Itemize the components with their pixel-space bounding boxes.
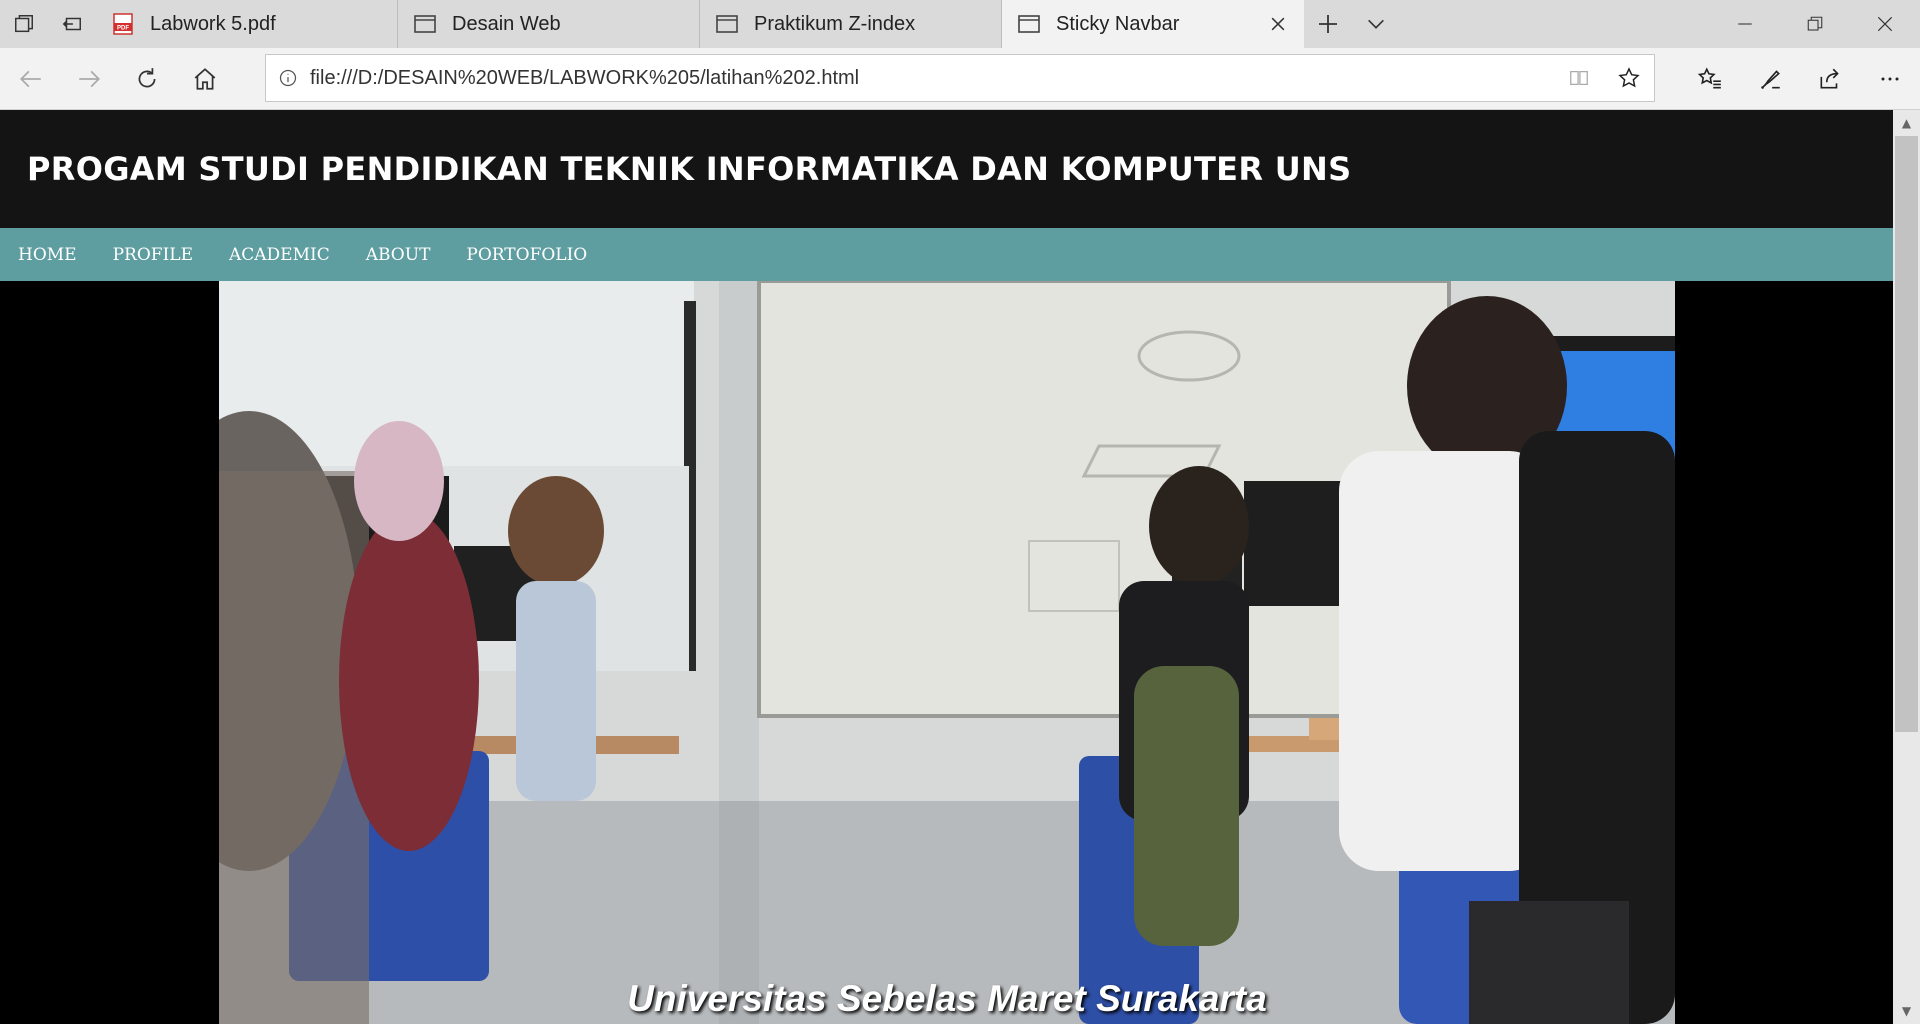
web-note-pen-icon[interactable]	[1740, 50, 1800, 108]
hero-caption: Universitas Sebelas Maret Surakarta	[627, 978, 1267, 1019]
classroom-photo	[219, 281, 1675, 1024]
nav-about[interactable]: ABOUT	[348, 228, 449, 281]
svg-text:PDF: PDF	[117, 26, 129, 32]
close-window-icon[interactable]	[1850, 0, 1920, 48]
set-aside-tabs-icon[interactable]	[48, 0, 96, 48]
back-arrow-icon[interactable]	[2, 50, 60, 108]
tab-label: Desain Web	[452, 12, 561, 35]
tab-overview-icon[interactable]	[0, 0, 48, 48]
page-scrollbar[interactable]: ▲ ▼	[1893, 110, 1920, 1024]
nav-academic[interactable]: ACADEMIC	[211, 228, 348, 281]
favorite-star-icon[interactable]	[1604, 55, 1654, 101]
tab-labwork-pdf[interactable]: PDF Labwork 5.pdf	[96, 0, 398, 48]
share-icon[interactable]	[1800, 50, 1860, 108]
tab-label: Labwork 5.pdf	[150, 12, 276, 35]
home-icon[interactable]	[176, 50, 234, 108]
page-icon	[1016, 11, 1042, 37]
more-options-icon[interactable]	[1860, 50, 1920, 108]
nav-home[interactable]: HOME	[0, 228, 95, 281]
browser-toolbar: file:///D:/DESAIN%20WEB/LABWORK%205/lati…	[0, 48, 1920, 110]
tab-label: Praktikum Z-index	[754, 12, 916, 35]
scroll-thumb[interactable]	[1895, 136, 1918, 732]
sticky-navbar: HOME PROFILE ACADEMIC ABOUT PORTOFOLIO	[0, 228, 1893, 281]
page-icon	[412, 11, 438, 37]
page-icon	[714, 11, 740, 37]
site-title: PROGAM STUDI PENDIDIKAN TEKNIK INFORMATI…	[27, 150, 1352, 188]
url-text[interactable]: file:///D:/DESAIN%20WEB/LABWORK%205/lati…	[310, 67, 859, 90]
nav-profile[interactable]: PROFILE	[95, 228, 211, 281]
info-icon[interactable]	[266, 68, 310, 88]
tab-sticky-navbar[interactable]: Sticky Navbar	[1002, 0, 1304, 48]
scroll-up-arrow-icon[interactable]: ▲	[1893, 110, 1920, 136]
page-viewport: PROGAM STUDI PENDIDIKAN TEKNIK INFORMATI…	[0, 110, 1893, 1024]
tab-strip: PDF Labwork 5.pdf Desain Web Praktikum Z…	[0, 0, 1920, 48]
hero-video[interactable]: Universitas Sebelas Maret Surakarta	[219, 281, 1675, 1024]
scroll-down-arrow-icon[interactable]: ▼	[1893, 998, 1920, 1024]
minimize-icon[interactable]	[1710, 0, 1780, 48]
reading-view-icon[interactable]	[1554, 55, 1604, 101]
address-bar[interactable]: file:///D:/DESAIN%20WEB/LABWORK%205/lati…	[265, 54, 1655, 102]
new-tab-icon[interactable]	[1304, 0, 1352, 48]
forward-arrow-icon[interactable]	[60, 50, 118, 108]
close-tab-icon[interactable]	[1266, 12, 1290, 36]
site-header: PROGAM STUDI PENDIDIKAN TEKNIK INFORMATI…	[0, 110, 1893, 228]
favorites-hub-icon[interactable]	[1680, 50, 1740, 108]
tab-preview-chevron-down-icon[interactable]	[1352, 0, 1400, 48]
nav-portofolio[interactable]: PORTOFOLIO	[448, 228, 605, 281]
tab-desain-web[interactable]: Desain Web	[398, 0, 700, 48]
restore-icon[interactable]	[1780, 0, 1850, 48]
tab-label: Sticky Navbar	[1056, 12, 1180, 35]
tab-praktikum-z-index[interactable]: Praktikum Z-index	[700, 0, 1002, 48]
refresh-icon[interactable]	[118, 50, 176, 108]
pdf-icon: PDF	[110, 11, 136, 37]
